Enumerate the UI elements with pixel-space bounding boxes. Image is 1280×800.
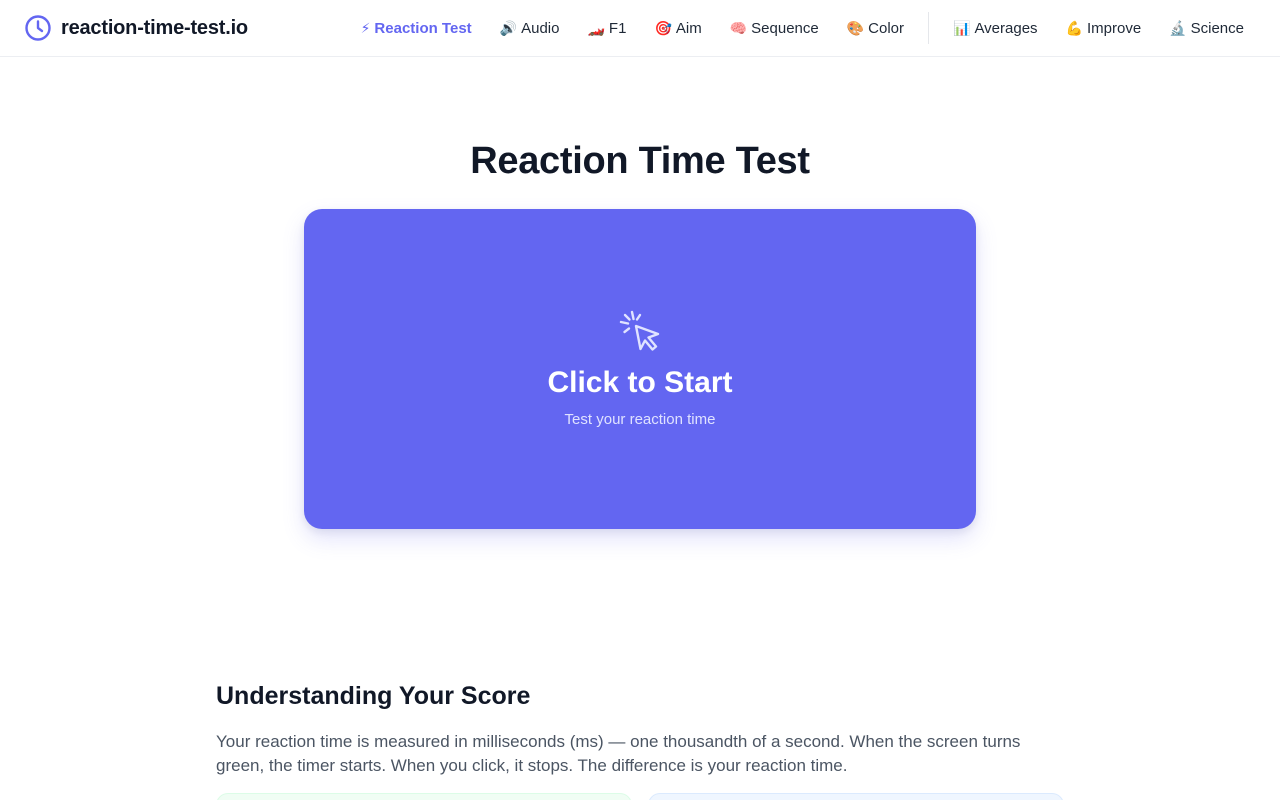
top-navbar: reaction-time-test.io ⚡ Reaction Test 🔊 … <box>0 0 1280 57</box>
speaker-icon: 🔊 <box>499 20 518 36</box>
nav-item-f1[interactable]: 🏎️ F1 <box>573 0 640 56</box>
nav-item-sequence[interactable]: 🧠 Sequence <box>716 0 833 56</box>
clock-icon <box>25 15 51 41</box>
nav-item-label: Improve <box>1087 19 1142 37</box>
score-section-title: Understanding Your Score <box>216 682 531 710</box>
score-tier-card-blue <box>648 793 1064 800</box>
start-card-subtitle: Test your reaction time <box>564 411 716 428</box>
nav-item-label: Audio <box>521 19 560 37</box>
nav-item-label: Color <box>868 19 905 37</box>
target-icon: 🎯 <box>654 20 672 36</box>
score-tier-card-green <box>216 793 632 800</box>
brand-logo-link[interactable]: reaction-time-test.io <box>24 14 248 42</box>
cursor-click-icon <box>619 310 660 351</box>
race-car-icon: 🏎️ <box>587 20 605 36</box>
microscope-icon: 🔬 <box>1169 20 1187 36</box>
nav-item-label: Aim <box>675 19 702 37</box>
brain-icon: 🧠 <box>729 20 748 36</box>
flexed-biceps-icon: 💪 <box>1065 20 1083 36</box>
nav-item-label: Science <box>1190 19 1244 37</box>
bar-chart-icon: 📊 <box>953 20 971 36</box>
main-nav: ⚡ Reaction Test 🔊 Audio 🏎️ F1 🎯 Aim 🧠 Se… <box>347 0 1258 56</box>
lightning-icon: ⚡ <box>360 20 371 36</box>
nav-item-label: Averages <box>974 19 1038 37</box>
nav-item-improve[interactable]: 💪 Improve <box>1052 0 1156 56</box>
nav-item-color[interactable]: 🎨 Color <box>833 0 918 56</box>
nav-divider <box>928 12 930 44</box>
score-section-body: Your reaction time is measured in millis… <box>216 732 1021 775</box>
nav-item-reaction-test[interactable]: ⚡ Reaction Test <box>347 0 486 56</box>
brand-name: reaction-time-test.io <box>61 16 248 39</box>
nav-item-aim[interactable]: 🎯 Aim <box>640 0 715 56</box>
palette-icon: 🎨 <box>846 20 865 36</box>
page-title: Reaction Time Test <box>470 140 810 182</box>
nav-item-science[interactable]: 🔬 Science <box>1155 0 1258 56</box>
nav-item-label: Reaction Test <box>374 19 472 37</box>
nav-item-label: Sequence <box>751 19 819 37</box>
start-card-title: Click to Start <box>547 366 733 399</box>
nav-item-averages[interactable]: 📊 Averages <box>939 0 1052 56</box>
nav-item-audio[interactable]: 🔊 Audio <box>486 0 574 56</box>
nav-item-label: F1 <box>608 19 627 37</box>
